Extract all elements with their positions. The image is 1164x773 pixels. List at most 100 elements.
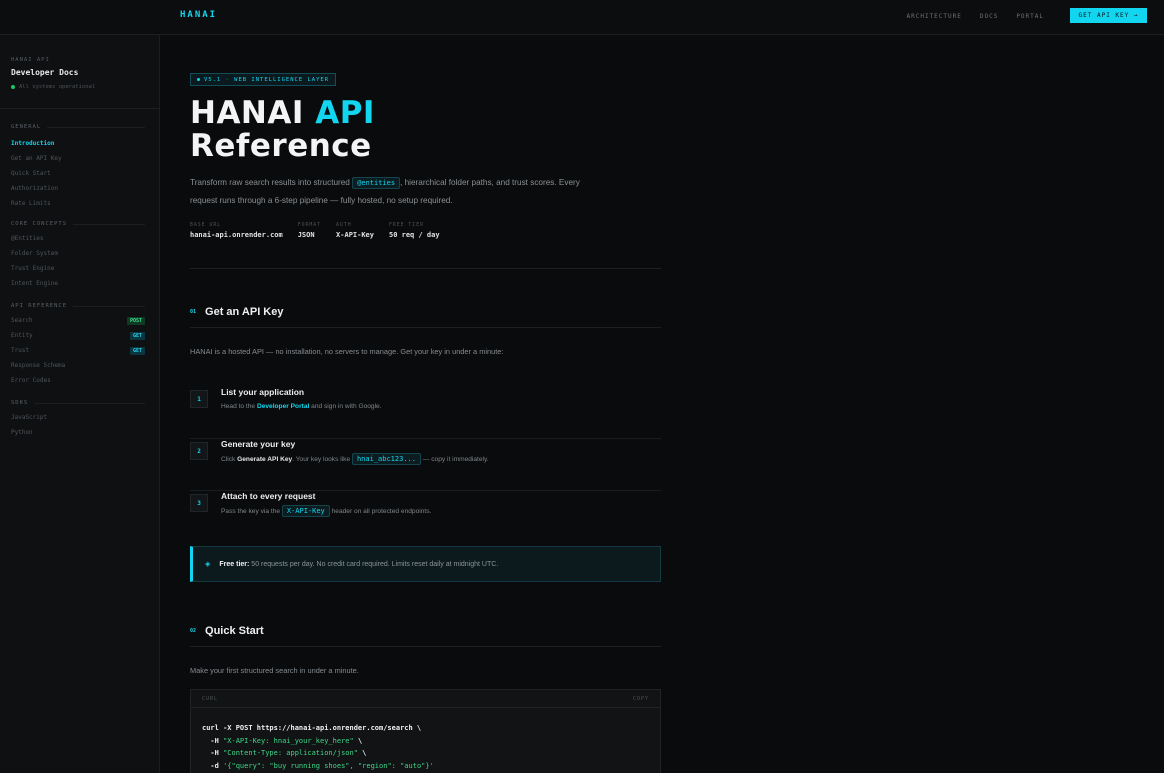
sidebar-item-label: Rate Limits [11,200,51,207]
sidebar-item-intent-engine[interactable]: Intent Engine [11,276,145,291]
section-intro: HANAI is a hosted API — no installation,… [190,347,504,356]
code-continuation: \ [353,736,363,745]
copy-button[interactable]: COPY [633,696,649,702]
sidebar-item-search[interactable]: Search POST [11,313,145,328]
meta-value: 50 req / day [388,231,440,239]
sidebar-item-authorization[interactable]: Authorization [11,181,145,196]
step-text: Pass the key via the [221,508,282,515]
code-string: "Content-Type: application/json" [223,749,358,757]
step-number: 3 [190,494,208,512]
code-language-label: CURL [202,695,219,702]
meta-info: BASE URL hanai-api.onrender.com FORMAT J… [190,223,440,239]
step-title: List your application [221,387,305,397]
sidebar-item-rate-limits[interactable]: Rate Limits [11,196,145,211]
meta-value: hanai-api.onrender.com [190,231,283,239]
step-number: 1 [190,390,208,408]
title-line2: Reference [190,128,372,164]
step-title: Generate your key [221,439,296,449]
sidebar-section-api-reference: API REFERENCE Search POST Entity GET Trust… [11,302,145,388]
sidebar-item-label: Search [11,317,33,324]
status-indicator: All systems operational [11,84,148,90]
title-part: HANAI [190,95,316,131]
step-item: 2 Generate your key Click Generate API K… [190,439,661,491]
divider [190,268,661,269]
sidebar-item-label: Authorization [11,185,58,192]
meta-label: BASE URL [190,223,222,228]
sidebar-item-label: Response Schema [11,362,66,369]
pill-dot-icon [197,78,200,81]
sidebar-item-error-codes[interactable]: Error Codes [11,373,145,388]
nav-link-docs[interactable]: DOCS [980,13,998,20]
nav-link-portal[interactable]: PORTAL [1016,13,1044,20]
sidebar-item-entity[interactable]: Entity GET [11,328,145,343]
sidebar-item-label: Trust Engine [11,265,55,272]
meta-label: FORMAT [297,223,322,228]
callout-text: Free tier: 50 requests per day. No credi… [219,561,498,568]
page-title: HANAI API Reference [190,97,375,163]
sidebar-item-folder-system[interactable]: Folder System [11,246,145,261]
sidebar-item-python[interactable]: Python [11,425,145,440]
sidebar-section-label: CORE CONCEPTS [11,220,145,228]
post-badge: POST [126,316,145,325]
code-line: curl -X POST https://hanai-api.onrender.… [202,724,422,732]
meta-label: AUTH [336,223,352,228]
sidebar-section-label: API REFERENCE [11,302,145,310]
lead-paragraph: Transform raw search results into struct… [190,174,590,209]
entities-chip: @entities [352,177,401,189]
sidebar-item-trust-engine[interactable]: Trust Engine [11,261,145,276]
step-item: 1 List your application Head to the Deve… [190,387,661,439]
meta-free-tier: FREE TIER 50 req / day [389,223,440,239]
meta-label: FREE TIER [388,223,424,228]
sidebar-eyebrow: HANAI API [11,57,50,63]
brand-logo[interactable]: HANAI [180,10,217,20]
sidebar-item-label: Trust [11,347,30,354]
sidebar-item-label: Get an API Key [11,155,62,162]
sidebar-item-label: JavaScript [11,414,48,421]
get-api-key-button[interactable]: GET API KEY → [1070,8,1147,23]
code-block: CURL COPY curl -X POST https://hanai-api… [190,689,661,773]
step-bold-text: Generate API Key [237,456,293,463]
divider [190,327,661,328]
section-intro: Make your first structured search in und… [190,666,359,675]
sidebar-item-quick-start[interactable]: Quick Start [11,166,145,181]
sidebar-section-core-concepts: CORE CONCEPTS @Entities Folder System Tr… [11,220,145,291]
step-number: 2 [190,442,208,460]
sidebar-item-label: Entity [11,332,33,339]
developer-portal-link[interactable]: Developer Portal [257,403,309,410]
section-title: Get an API Key [205,306,284,318]
meta-auth: AUTH X-API-Key [336,223,374,239]
code-content[interactable]: curl -X POST https://hanai-api.onrender.… [191,708,660,772]
code-flag: -d [202,761,224,770]
version-pill-text: V5.1 · WEB INTELLIGENCE LAYER [204,76,330,83]
status-text: All systems operational [19,84,96,90]
sidebar-item-response-schema[interactable]: Response Schema [11,358,145,373]
sidebar: HANAI API Developer Docs All systems ope… [0,35,160,773]
nav-link-architecture[interactable]: ARCHITECTURE [907,13,962,20]
sidebar-item-label: Quick Start [11,170,51,177]
sidebar-item-entities[interactable]: @Entities [11,231,145,246]
code-block-header: CURL COPY [191,690,660,708]
callout-body: 50 requests per day. No credit card requ… [249,560,499,568]
sidebar-item-label: Folder System [11,250,58,257]
sidebar-section-sdks: SDKS JavaScript Python [11,399,145,440]
section-number: 02 [190,628,197,634]
section-quick-start-heading: 02 Quick Start [190,625,264,637]
sidebar-item-introduction[interactable]: Introduction [11,136,145,151]
meta-value: X-API-Key [336,231,374,239]
sidebar-section-label: GENERAL [11,123,145,131]
step-text: and sign in with Google. [309,403,382,410]
sidebar-item-trust[interactable]: Trust GET [11,343,145,358]
sidebar-item-label: Introduction [11,140,55,147]
step-text: . Your key looks like [292,456,352,463]
sidebar-item-javascript[interactable]: JavaScript [11,410,145,425]
sidebar-title: Developer Docs [11,68,79,77]
step-text: Head to the [221,403,257,410]
title-accent: API [315,95,375,131]
free-tier-callout: ◈ Free tier: 50 requests per day. No cre… [190,546,661,582]
sidebar-item-label: @Entities [11,235,44,242]
sidebar-item-label: Python [11,429,33,436]
key-example-chip: hnai_abc123... [351,453,421,465]
sidebar-item-label: Error Codes [11,377,51,384]
version-pill: V5.1 · WEB INTELLIGENCE LAYER [190,73,337,86]
sidebar-item-get-api-key[interactable]: Get an API Key [11,151,145,166]
